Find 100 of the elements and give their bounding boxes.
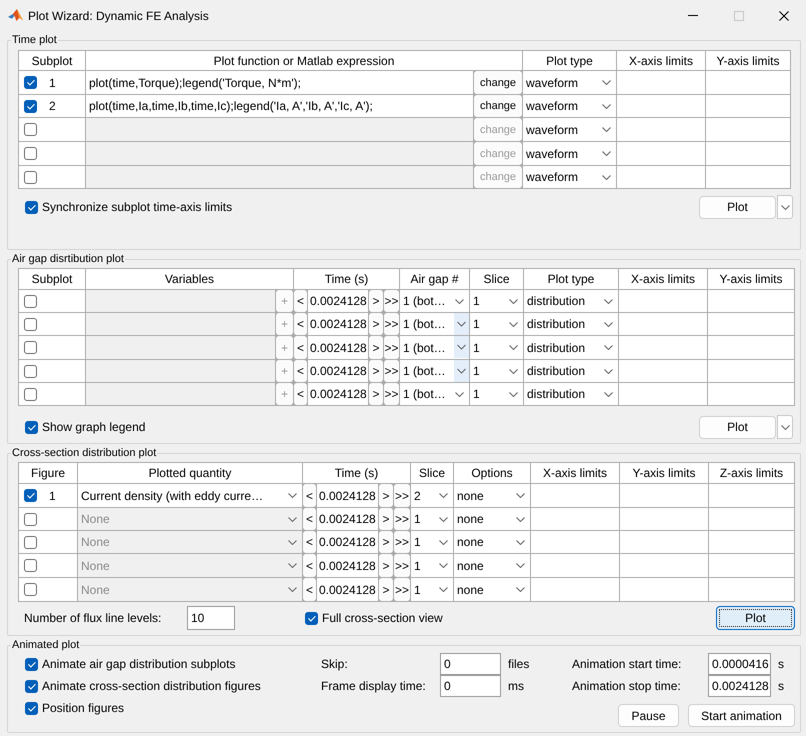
checkbox-label[interactable]: Show graph legend xyxy=(42,420,146,434)
axis-limits-field[interactable] xyxy=(619,313,707,335)
chevron-down-icon xyxy=(604,345,613,350)
column-header: Slice xyxy=(470,269,523,289)
axis-limits-field[interactable] xyxy=(706,142,790,165)
axis-limits-field[interactable] xyxy=(709,554,794,577)
axis-limits-field[interactable] xyxy=(706,71,790,94)
plot-button[interactable]: Plot xyxy=(716,606,795,630)
axis-limits-field[interactable] xyxy=(617,95,705,117)
group-title: Animated plot xyxy=(11,638,80,652)
axis-limits-field[interactable] xyxy=(709,578,794,601)
chevron-down-icon xyxy=(288,493,297,498)
axis-limits-field[interactable] xyxy=(617,118,705,141)
column-header: X-axis limits xyxy=(617,51,705,70)
slice-dropdown[interactable]: 2 xyxy=(411,484,453,507)
chevron-down-icon xyxy=(288,563,297,568)
axis-limits-field[interactable] xyxy=(709,484,794,507)
chevron-down-icon xyxy=(780,204,790,210)
column-header: Plot type xyxy=(524,269,618,289)
axis-limits-field[interactable] xyxy=(708,290,794,312)
axis-limits-field[interactable] xyxy=(708,313,794,335)
column-header: Plot type xyxy=(523,51,616,70)
axis-limits-field[interactable] xyxy=(531,554,619,577)
axis-limits-field[interactable] xyxy=(706,95,790,117)
chevron-down-icon xyxy=(288,516,297,522)
axis-limits-field[interactable] xyxy=(620,578,708,601)
checkbox-label[interactable]: Full cross-section view xyxy=(322,611,443,625)
plot-menu-button[interactable] xyxy=(777,195,793,219)
checkbox[interactable] xyxy=(25,680,38,692)
column-header: Time (s) xyxy=(294,269,399,289)
plot-type-dropdown[interactable]: waveform xyxy=(523,95,616,117)
checkbox[interactable] xyxy=(25,420,38,434)
unit-label: ms xyxy=(507,679,525,693)
plot-type-dropdown[interactable]: waveform xyxy=(523,71,616,94)
axis-limits-field[interactable] xyxy=(531,484,619,507)
axis-limits-field[interactable] xyxy=(619,336,707,359)
axis-limits-field[interactable] xyxy=(617,142,705,165)
axis-limits-field[interactable] xyxy=(708,360,794,382)
field-label: Frame display time: xyxy=(321,679,427,693)
axis-limits-field[interactable] xyxy=(617,71,705,94)
checkbox-label[interactable]: Synchronize subplot time-axis limits xyxy=(42,200,232,214)
field-label: Skip: xyxy=(321,657,349,671)
quantity-dropdown[interactable]: Current density (with eddy curre… xyxy=(78,484,302,507)
plot-menu-button[interactable] xyxy=(777,415,793,439)
change-button[interactable]: change xyxy=(474,71,522,94)
chevron-down-icon xyxy=(602,127,611,132)
axis-limits-field[interactable] xyxy=(709,508,794,530)
plot-button[interactable]: Plot xyxy=(699,196,776,218)
change-button[interactable]: change xyxy=(474,95,522,117)
plot-button[interactable]: Plot xyxy=(699,416,776,438)
checkbox[interactable] xyxy=(25,200,38,214)
checkbox[interactable] xyxy=(24,76,37,89)
checkbox[interactable] xyxy=(24,100,37,112)
axis-limits-field[interactable] xyxy=(531,578,619,601)
chevron-down-icon xyxy=(516,493,525,498)
checkbox-label[interactable]: Animate cross-section distribution figures xyxy=(42,679,261,693)
axis-limits-field[interactable] xyxy=(619,290,707,312)
column-header: Plot function or Matlab expression xyxy=(86,51,522,70)
axis-limits-field[interactable] xyxy=(531,531,619,553)
checkbox[interactable] xyxy=(25,658,38,670)
chevron-down-icon xyxy=(604,368,613,374)
last-button[interactable]: >> xyxy=(394,484,410,507)
axis-limits-field[interactable] xyxy=(709,531,794,553)
checkbox[interactable] xyxy=(25,702,38,714)
axis-limits-field[interactable] xyxy=(531,508,619,530)
axis-limits-field[interactable] xyxy=(620,554,708,577)
chevron-down-icon xyxy=(780,424,790,430)
time-field[interactable]: 0.0024128 xyxy=(317,484,378,507)
checkbox[interactable] xyxy=(24,489,37,502)
next-button[interactable]: > xyxy=(379,484,393,507)
axis-limits-field[interactable] xyxy=(617,166,705,188)
expression-field[interactable]: plot(time,Ia,time,Ib,time,Ic);legend('Ia, A','Ib, A','Ic, A'); xyxy=(86,95,473,117)
checkbox[interactable] xyxy=(305,612,318,624)
checkbox-label[interactable]: Position figures xyxy=(42,701,124,715)
minimize-icon[interactable] xyxy=(688,15,698,16)
frame-time-field[interactable]: 0 xyxy=(440,675,501,697)
axis-limits-field[interactable] xyxy=(620,484,708,507)
skip-field[interactable]: 0 xyxy=(440,653,501,675)
options-dropdown[interactable]: none xyxy=(454,484,530,507)
expression-field[interactable]: plot(time,Torque);legend('Torque, N*m'); xyxy=(86,71,473,94)
close-icon[interactable] xyxy=(779,10,789,20)
stop-time-field[interactable]: 0.0024128 xyxy=(708,675,771,697)
axis-limits-field[interactable] xyxy=(620,508,708,530)
start-time-field[interactable]: 0.0000416 xyxy=(708,653,771,675)
checkbox-label[interactable]: Animate air gap distribution subplots xyxy=(42,657,236,671)
axis-limits-field[interactable] xyxy=(619,383,707,405)
axis-limits-field[interactable] xyxy=(706,118,790,141)
axis-limits-field[interactable] xyxy=(708,383,794,405)
pause-button[interactable]: Pause xyxy=(618,704,679,727)
chevron-down-icon xyxy=(604,322,613,326)
start-animation-button[interactable]: Start animation xyxy=(688,704,795,727)
axis-limits-field[interactable] xyxy=(708,336,794,359)
figure-number: 1 xyxy=(49,488,56,502)
axis-limits-field[interactable] xyxy=(620,531,708,553)
axis-limits-field[interactable] xyxy=(619,360,707,382)
flux-levels-field[interactable]: 10 xyxy=(187,606,235,630)
previous-button[interactable]: < xyxy=(303,484,316,507)
chevron-down-icon xyxy=(602,104,611,108)
axis-limits-field[interactable] xyxy=(706,166,790,188)
chevron-down-icon xyxy=(509,322,518,326)
